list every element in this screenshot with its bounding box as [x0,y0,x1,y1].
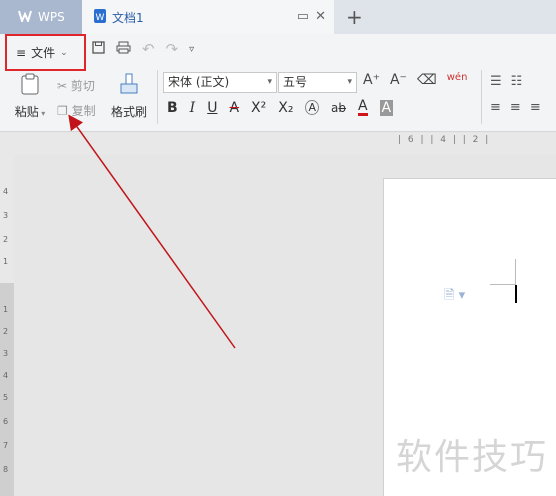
italic-button[interactable]: I [190,100,196,116]
quick-access-toolbar: ↶ ↷ ▿ [92,40,194,58]
close-tab-icon[interactable]: ✕ [315,9,326,24]
char-shading-button[interactable]: A [379,99,394,116]
watermark: 软件技巧 [396,437,549,478]
paragraph-row-1: ☰ ☷ [490,74,522,89]
svg-text:W: W [96,13,105,23]
new-tab-button[interactable]: + [346,5,363,29]
ruler-ticks: | 6 | | 4 | | 2 | [398,135,491,145]
font-size-value: 五号 [283,75,308,89]
text-effect-button[interactable]: A [305,100,319,115]
grow-font-button[interactable]: A⁺ [363,72,380,88]
font-family-value: 宋体 (正文) [168,75,230,89]
margin-corner-mark [490,259,516,285]
vruler-tick: 1 [3,257,9,266]
cut-button[interactable]: ✂ 剪切 [57,74,96,99]
underline-button[interactable]: U [207,100,217,116]
print-icon[interactable] [116,40,131,58]
redo-icon[interactable]: ↷ [166,40,179,58]
numbered-list-icon[interactable]: ☷ [511,74,523,89]
tab-document-label: 文档1 [112,10,144,25]
highlight-icon[interactable]: ab̶ [331,101,346,115]
bullet-list-icon[interactable]: ☰ [490,74,502,89]
clipboard-icon [18,73,42,99]
vruler-tick: 2 [3,235,9,244]
tab-document[interactable]: W 文档1 ▭ ✕ [82,0,334,34]
align-left-icon[interactable]: ≡ [490,100,501,115]
vruler-tick: 3 [3,211,9,220]
file-menu-label: 文件 [31,46,56,60]
paste-label: 粘贴 [14,105,39,119]
subscript-button[interactable]: X₂ [278,100,293,116]
paragraph-layout-icon[interactable]: 🗎 ▾ [444,286,465,308]
chevron-down-icon: ⌄ [60,47,68,58]
word-doc-icon: W [94,8,106,26]
vruler-tick: 2 [3,327,9,336]
font-size-select[interactable]: 五号 ▾ [278,72,357,93]
phonetic-guide-button[interactable]: wén [447,72,468,88]
vruler-tick: 5 [3,393,9,402]
format-painter-label: 格式刷 [110,105,147,119]
horizontal-ruler[interactable]: | 6 | | 4 | | 2 | [0,133,556,155]
vruler-tick: 3 [3,349,9,358]
wps-logo-icon [18,10,32,25]
undo-icon[interactable]: ↶ [142,40,155,58]
paste-button[interactable]: 粘贴 ▾ [12,72,48,120]
tab-wps-label: WPS [38,10,65,24]
clipboard-small-tools: ✂ 剪切 ❐ 复制 [57,74,96,124]
vruler-tick: 8 [3,465,9,474]
restore-window-icon[interactable]: ▭ [297,9,309,24]
file-menu-button[interactable]: ≡ 文件 ⌄ [5,34,86,71]
vruler-tick: 7 [3,441,9,450]
vruler-tick: 6 [3,417,9,426]
copy-label: 复制 [71,104,96,118]
font-row-1: A⁺ A⁻ ⌫ wén [363,72,467,88]
format-painter-button[interactable]: 格式刷 [108,72,150,120]
cut-label: 剪切 [70,79,95,93]
scissors-icon: ✂ [57,79,68,93]
font-color-button[interactable]: A [357,99,368,116]
group-separator [481,70,482,124]
vruler-tick: 4 [3,371,9,380]
chevron-down-icon: ▾ [347,77,352,87]
bold-button[interactable]: B [167,100,178,116]
tab-wps-home[interactable]: WPS [0,0,82,34]
group-separator [157,70,158,124]
save-icon[interactable] [92,40,105,58]
align-center-icon[interactable]: ≡ [510,100,521,115]
text-cursor [515,285,517,303]
hamburger-menu-icon: ≡ [16,45,27,60]
vruler-tick: 1 [3,305,9,314]
tab-bar: WPS W 文档1 ▭ ✕ + [0,0,556,34]
shrink-font-button[interactable]: A⁻ [390,72,407,88]
wps-writer-window: WPS W 文档1 ▭ ✕ + ≡ 文件 ⌄ ↶ ↷ ▿ 粘贴 ▾ ✂ 剪切 ❐… [0,0,556,496]
align-right-icon[interactable]: ≡ [530,100,541,115]
customize-qat-icon[interactable]: ▿ [189,44,194,55]
chevron-down-icon: ▾ [267,77,272,87]
vertical-ruler[interactable]: 4 3 2 1 1 2 3 4 5 6 7 8 [0,155,14,496]
vruler-tick: 4 [3,187,9,196]
font-row-2: B I U A X² X₂ A ab̶ A A [167,99,394,116]
copy-icon: ❐ [57,104,68,118]
font-family-select[interactable]: 宋体 (正文) ▾ [163,72,277,93]
clear-format-eraser-icon[interactable]: ⌫ [417,72,437,88]
paintbrush-icon [118,73,140,99]
paragraph-row-2: ≡ ≡ ≡ [490,100,541,115]
copy-button[interactable]: ❐ 复制 [57,99,96,124]
strikethrough-button[interactable]: A [229,100,239,116]
chevron-down-icon: ▾ [38,109,46,118]
superscript-button[interactable]: X² [251,100,266,116]
